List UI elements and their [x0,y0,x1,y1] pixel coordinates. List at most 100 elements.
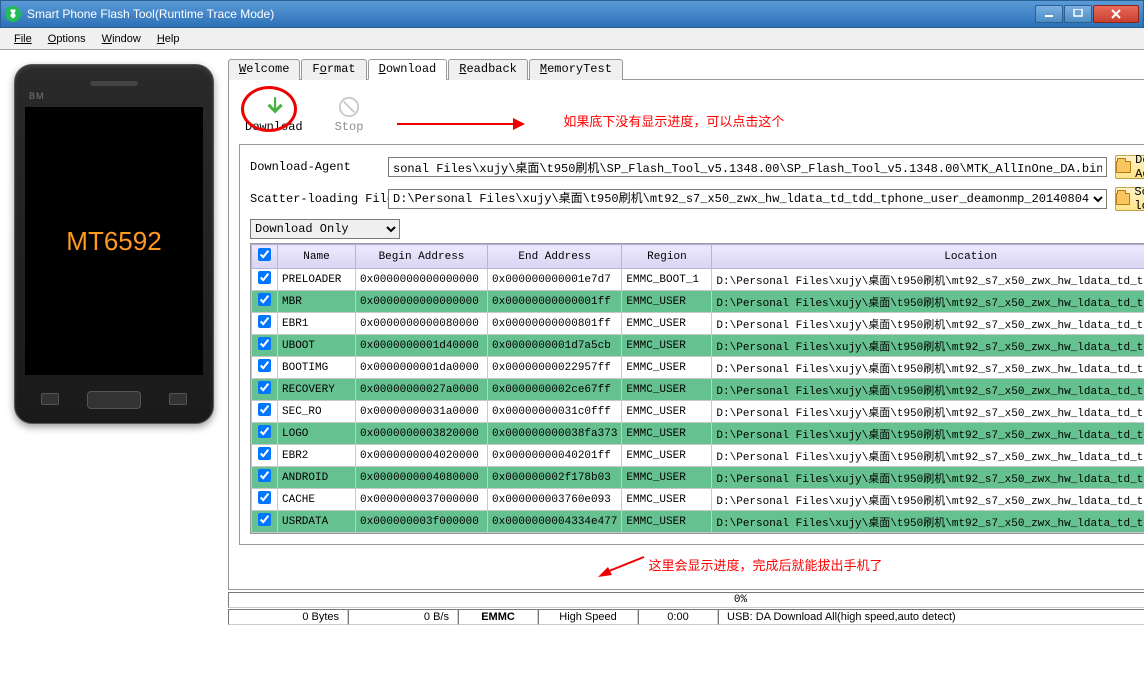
status-high-speed: High Speed [538,609,638,625]
tab-welcome[interactable]: Welcome [228,59,300,80]
cell-end: 0x00000000040201ff [488,445,622,467]
cell-name: SEC_RO [278,401,356,423]
cell-end: 0x00000000000001ff [488,291,622,313]
cell-begin: 0x0000000001d40000 [356,335,488,357]
table-row[interactable]: LOGO0x00000000038200000x000000000038fa37… [252,423,1144,445]
menu-help[interactable]: Help [149,31,188,47]
cell-end: 0x000000000001e7d7 [488,269,622,291]
table-row[interactable]: BOOTIMG0x0000000001da00000x0000000002295… [252,357,1144,379]
cell-region: EMMC_USER [622,313,712,335]
close-button[interactable] [1093,5,1139,23]
folder-icon [1116,161,1131,173]
download-agent-browse-button[interactable]: Download Agent [1115,155,1144,179]
cell-begin: 0x0000000000000000 [356,291,488,313]
tab-format[interactable]: Format [301,59,366,80]
partition-checkbox[interactable] [258,315,271,328]
cell-end: 0x00000000031c0fff [488,401,622,423]
phone-nav-right [169,393,187,405]
cell-region: EMMC_USER [622,291,712,313]
cell-region: EMMC_USER [622,379,712,401]
tab-memorytest[interactable]: MemoryTest [529,59,623,80]
partition-checkbox[interactable] [258,359,271,372]
menu-file[interactable]: File [6,31,40,47]
partition-checkbox[interactable] [258,271,271,284]
download-arrow-icon [261,94,287,120]
partition-check-all[interactable] [258,248,271,261]
status-speed: 0 B/s [348,609,458,625]
partition-checkbox[interactable] [258,293,271,306]
phone-home-button [87,391,141,409]
sidebar-phone-preview: BM MT6592 [0,50,228,659]
download-agent-input[interactable] [388,157,1107,177]
progress-bar: 0% [228,592,1144,608]
download-mode-select[interactable]: Download Only [250,219,400,239]
cell-begin: 0x000000003f000000 [356,511,488,533]
table-row[interactable]: EBR10x00000000000800000x00000000000801ff… [252,313,1144,335]
menu-options[interactable]: Options [40,31,94,47]
cell-location: D:\Personal Files\xujy\桌面\t950刷机\mt92_s7… [712,489,1144,511]
partition-checkbox[interactable] [258,425,271,438]
cell-region: EMMC_USER [622,357,712,379]
cell-end: 0x000000003760e093 [488,489,622,511]
scatter-loading-browse-button[interactable]: Scatter-loading [1115,187,1144,211]
phone-mockup: BM MT6592 [14,64,214,424]
cell-begin: 0x0000000003820000 [356,423,488,445]
cell-location: D:\Personal Files\xujy\桌面\t950刷机\mt92_s7… [712,291,1144,313]
maximize-button[interactable] [1064,5,1092,23]
scatter-loading-select[interactable]: D:\Personal Files\xujy\桌面\t950刷机\mt92_s7… [388,189,1107,209]
folder-icon [1116,193,1130,205]
cell-name: USRDATA [278,511,356,533]
partition-checkbox[interactable] [258,513,271,526]
table-row[interactable]: USRDATA0x000000003f0000000x0000000004334… [252,511,1144,533]
th-begin[interactable]: Begin Address [356,245,488,269]
cell-end: 0x000000000038fa373 [488,423,622,445]
partition-checkbox[interactable] [258,403,271,416]
table-row[interactable]: SEC_RO0x00000000031a00000x00000000031c0f… [252,401,1144,423]
partition-checkbox[interactable] [258,491,271,504]
menu-window[interactable]: Window [94,31,149,47]
cell-location: D:\Personal Files\xujy\桌面\t950刷机\mt92_s7… [712,357,1144,379]
partition-checkbox[interactable] [258,447,271,460]
table-row[interactable]: MBR0x00000000000000000x00000000000001ffE… [252,291,1144,313]
th-name[interactable]: Name [278,245,356,269]
file-selectors-group: Download-Agent Download Agent Scatter-lo… [239,144,1144,545]
table-row[interactable]: EBR20x00000000040200000x00000000040201ff… [252,445,1144,467]
download-agent-label: Download-Agent [250,160,388,174]
table-row[interactable]: ANDROID0x00000000040800000x000000002f178… [252,467,1144,489]
phone-nav-left [41,393,59,405]
tab-bar: Welcome Format Download Readback MemoryT… [228,58,1144,80]
tab-readback[interactable]: Readback [448,59,528,80]
cell-region: EMMC_USER [622,401,712,423]
cell-name: EBR1 [278,313,356,335]
minimize-button[interactable] [1035,5,1063,23]
cell-location: D:\Personal Files\xujy\桌面\t950刷机\mt92_s7… [712,401,1144,423]
partition-checkbox[interactable] [258,469,271,482]
cell-region: EMMC_USER [622,511,712,533]
cell-location: D:\Personal Files\xujy\桌面\t950刷机\mt92_s7… [712,335,1144,357]
cell-name: RECOVERY [278,379,356,401]
table-row[interactable]: RECOVERY0x00000000027a00000x0000000002ce… [252,379,1144,401]
table-row[interactable]: CACHE0x00000000370000000x000000003760e09… [252,489,1144,511]
annotation-arrow-icon [395,114,525,134]
table-row[interactable]: PRELOADER0x00000000000000000x00000000000… [252,269,1144,291]
download-start-button[interactable]: Download [245,94,303,134]
titlebar: Smart Phone Flash Tool(Runtime Trace Mod… [0,0,1144,28]
status-usb: USB: DA Download All(high speed,auto det… [718,609,1144,625]
cell-begin: 0x0000000037000000 [356,489,488,511]
th-location[interactable]: Location [712,245,1144,269]
partition-checkbox[interactable] [258,381,271,394]
cell-begin: 0x0000000001da0000 [356,357,488,379]
cell-region: EMMC_USER [622,489,712,511]
th-end[interactable]: End Address [488,245,622,269]
th-region[interactable]: Region [622,245,712,269]
cell-region: EMMC_USER [622,445,712,467]
annotation-top-text: 如果底下没有显示进度，可以点击这个 [563,111,784,130]
phone-screen: MT6592 [25,107,203,375]
table-row[interactable]: UBOOT0x0000000001d400000x0000000001d7a5c… [252,335,1144,357]
cell-end: 0x0000000004334e477 [488,511,622,533]
status-time: 0:00 [638,609,718,625]
download-stop-button[interactable]: Stop [335,94,364,134]
tab-download[interactable]: Download [368,59,448,80]
partition-checkbox[interactable] [258,337,271,350]
download-button-label: Download [245,120,303,134]
